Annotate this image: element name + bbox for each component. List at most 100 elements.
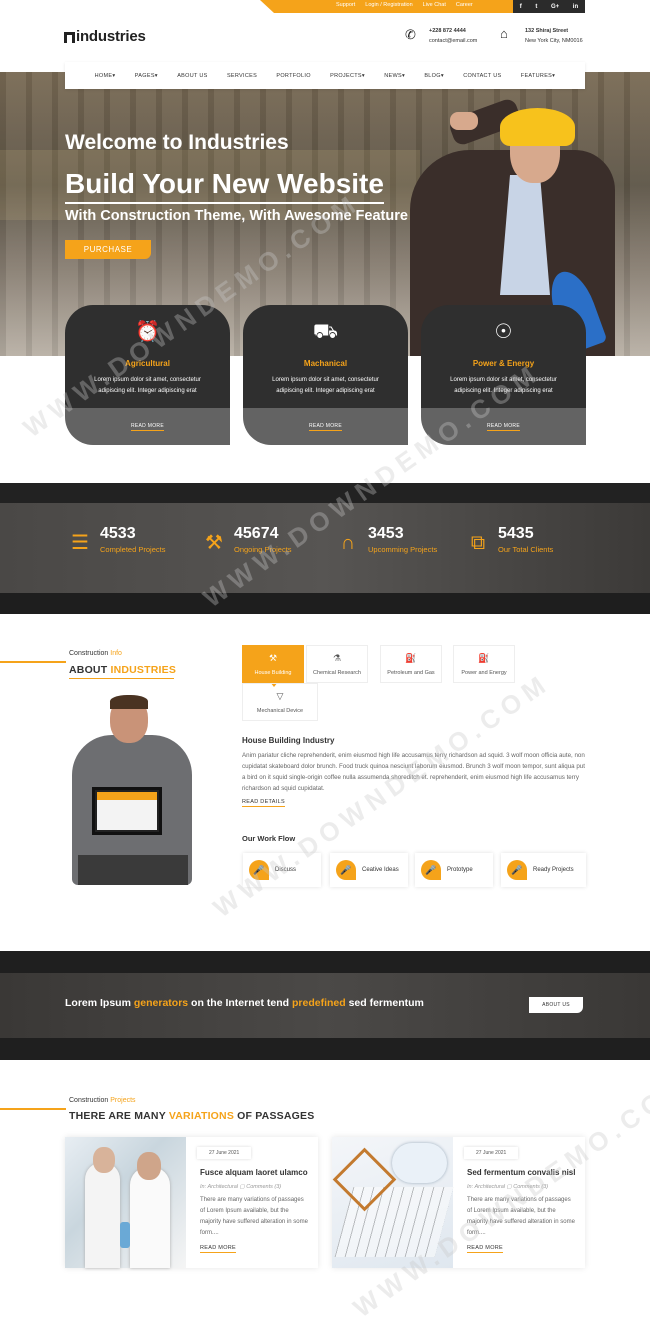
hammer-icon: ⚒ [268,652,278,663]
flow-ready-projects: 🎤 Ready Projects [501,853,586,887]
read-more-link[interactable]: READ MORE [487,423,520,431]
car-icon: ⛟ [312,321,339,343]
read-more-link[interactable]: READ MORE [309,423,342,431]
project-meta: In: Architectural ▢ Comments (3) [467,1184,549,1190]
home-icon: ⌂ [500,26,508,41]
about-heading: House Building Industry [242,736,335,745]
funnel-icon: ▽ [276,690,284,701]
projects-kicker: Construction Projects [69,1097,136,1104]
magnet-icon: ∩ [340,532,356,554]
address-line-2: New York City, NM0016 [525,38,583,44]
facebook-icon[interactable]: f [520,4,522,10]
counter-band-top [0,483,650,503]
career-link[interactable]: Career [456,2,473,8]
twitter-icon[interactable]: t [535,4,537,10]
flow-label: Discuss [275,867,297,873]
project-date: 27 June 2021 [197,1147,252,1159]
flow-label: Ceative Ideas [362,867,399,873]
about-paragraph: Anim pariatur cliche reprehenderit, enim… [242,752,585,792]
service-title: Agricultural [125,359,170,368]
support-link[interactable]: Support [336,2,355,8]
tab-power-energy[interactable]: ⛽ Power and Energy [453,645,515,683]
top-bar: Support Login / Registration Live Chat C… [260,0,585,13]
title-a: ABOUT [69,664,111,676]
nav-projects[interactable]: PROJECTS▾ [330,73,365,79]
tab-label: Chemical Research [313,669,361,676]
blueprints-image [332,1137,454,1268]
linkedin-icon[interactable]: in [573,4,578,10]
tab-house-building[interactable]: ⚒ House Building [242,645,304,687]
kicker-a: Construction [69,650,111,657]
tool-belt [78,855,188,885]
read-more-link[interactable]: READ MORE [131,423,164,431]
email-address[interactable]: contact@email.com [429,36,477,46]
read-more-link[interactable]: READ MORE [200,1245,237,1253]
google-plus-icon[interactable]: G+ [551,4,559,10]
live-chat-link[interactable]: Live Chat [423,2,446,8]
read-details-link[interactable]: READ DETAILS [242,799,285,807]
laptop-screen [97,792,157,830]
nav-features[interactable]: FEATURES▾ [521,73,555,79]
counter-clients: ⧉ 5435 Our Total Clients [464,525,553,557]
tab-chemical-research[interactable]: ⚗ Chemical Research [306,645,368,683]
cta-t5: sed fermentum [345,997,424,1009]
flow-discuss: 🎤 Discuss [243,853,321,887]
service-desc: Lorem ipsum dolor sit amet, consectetur … [94,377,201,394]
contact-address: 132 Shiraj Street New York City, NM0016 [525,26,583,46]
service-card-machanical: ⛟ Machanical Lorem ipsum dolor sit amet,… [243,305,408,445]
cta-band-bottom [0,1038,650,1060]
title-b: INDUSTRIES [110,664,177,676]
tab-mechanical-device[interactable]: ▽ Mechanical Device [242,683,318,721]
kicker-b: Info [110,650,122,657]
kicker-b: Projects [110,1097,136,1104]
logo[interactable]: industries [64,28,146,45]
project-card-2: 27 June 2021 Sed fermentum convalis nisl… [332,1137,585,1268]
service-card-top: ☉ Power & Energy Lorem ipsum dolor sit a… [421,305,586,408]
phone-icon: ✆ [405,27,416,42]
service-title: Machanical [303,359,348,368]
about-underline [69,678,174,679]
flow-label: Ready Projects [533,867,574,873]
nav-pages[interactable]: PAGES▾ [135,73,158,79]
mic-icon: 🎤 [336,860,356,880]
social-links: f t G+ in [513,0,585,13]
cta-text: Lorem Ipsum generators on the Internet t… [65,997,424,1009]
project-title[interactable]: Sed fermentum convalis nisl [467,1168,575,1177]
about-kicker: Construction Info [69,650,122,657]
project-title[interactable]: Fusce alquam laoret ulamco [200,1168,308,1177]
project-date: 27 June 2021 [464,1147,519,1159]
contact-phone-email: +228 872 4444 contact@email.com [429,26,477,46]
project-desc: There are many variations of passages of… [200,1197,308,1236]
nav-about-us[interactable]: ABOUT US [177,73,207,79]
service-title: Power & Energy [472,359,535,368]
about-line [0,661,66,663]
about-title: ABOUT INDUSTRIES [69,664,176,676]
fuel-icon: ⛽ [405,652,417,663]
nav-portfolio[interactable]: PORTFOLIO [276,73,310,79]
tab-label: Petroleum and Gas [387,669,435,676]
worker-hair [110,695,148,709]
nav-home[interactable]: HOME▾ [95,73,116,79]
nav-blog[interactable]: BLOG▾ [424,73,444,79]
document-icon: ☰ [71,532,89,554]
laptop-image [92,787,162,835]
nav-news[interactable]: NEWS▾ [384,73,405,79]
about-us-button[interactable]: ABOUT US [529,997,583,1013]
login-link[interactable]: Login / Registration [365,2,412,8]
counter-number: 45674 [234,525,279,542]
counter-number: 5435 [498,525,534,542]
main-nav: HOME▾ PAGES▾ ABOUT US SERVICES PORTFOLIO… [65,62,585,89]
tab-petroleum-gas[interactable]: ⛽ Petroleum and Gas [380,645,442,683]
project-card-1: 27 June 2021 Fusce alquam laoret ulamco … [65,1137,318,1268]
service-card-top: ⏰ Agricultural Lorem ipsum dolor sit ame… [65,305,230,408]
counter-number: 4533 [100,525,136,542]
tab-label: Power and Energy [461,669,507,676]
title-c: OF PASSAGES [234,1110,315,1122]
flow-prototype: 🎤 Prototype [415,853,493,887]
purchase-button[interactable]: PURCHASE [65,240,151,259]
hard-hat-icon [500,108,575,146]
nav-contact-us[interactable]: CONTACT US [463,73,501,79]
alarm-clock-icon: ⏰ [135,321,160,343]
nav-services[interactable]: SERVICES [227,73,257,79]
read-more-link[interactable]: READ MORE [467,1245,504,1253]
